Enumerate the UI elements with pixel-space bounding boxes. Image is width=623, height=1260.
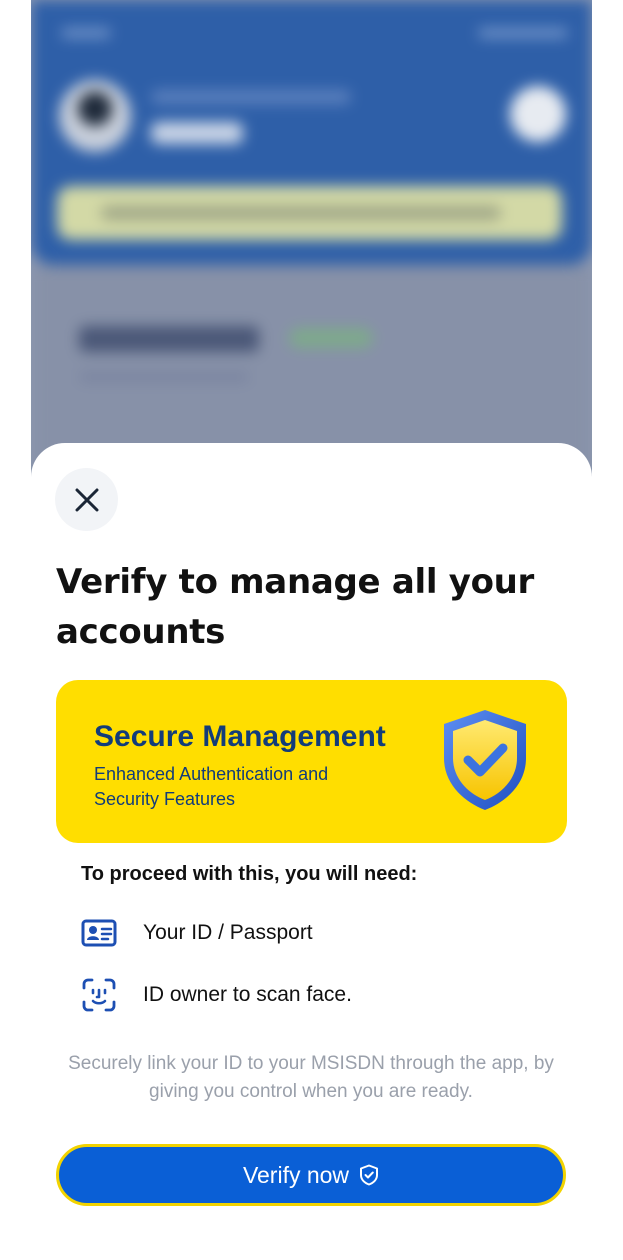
face-scan-icon	[82, 978, 116, 1012]
verify-bottom-sheet: Verify to manage all your accounts Secur…	[31, 443, 592, 1240]
background-banner-text	[101, 206, 501, 220]
shield-check-outline-icon	[360, 1164, 379, 1186]
verify-now-button[interactable]: Verify now	[56, 1144, 566, 1206]
background-subtext	[79, 372, 249, 382]
requirement-id-passport: Your ID / Passport	[81, 915, 313, 951]
background-notification-button	[510, 86, 566, 142]
background-balance	[79, 326, 259, 352]
sheet-title: Verify to manage all your accounts	[56, 562, 535, 652]
close-icon	[75, 488, 98, 511]
background-status-bar-left	[61, 28, 111, 38]
background-status-pill	[289, 328, 373, 348]
background-username	[151, 122, 243, 144]
secure-management-card: Secure Management Enhanced Authenticatio…	[56, 680, 567, 843]
id-card-icon	[81, 919, 117, 947]
verify-now-label: Verify now	[242, 1161, 350, 1188]
requirements-title: To proceed with this, you will need:	[81, 863, 418, 885]
phone-screen: Verify to manage all your accounts Secur…	[31, 0, 592, 1240]
background-greeting	[151, 90, 351, 104]
info-note: Securely link your ID to your MSISDN thr…	[68, 1053, 554, 1102]
shield-check-icon	[444, 710, 526, 810]
requirement-face-scan: ID owner to scan face.	[81, 977, 352, 1013]
close-button[interactable]	[55, 468, 118, 531]
background-avatar	[59, 80, 131, 152]
card-title: Secure Management	[94, 720, 386, 753]
requirement-label: Your ID / Passport	[143, 921, 313, 944]
background-status-bar-right	[478, 28, 568, 38]
requirement-label: ID owner to scan face.	[143, 983, 352, 1006]
card-subtitle: Enhanced Authentication and Security Fea…	[94, 764, 329, 809]
